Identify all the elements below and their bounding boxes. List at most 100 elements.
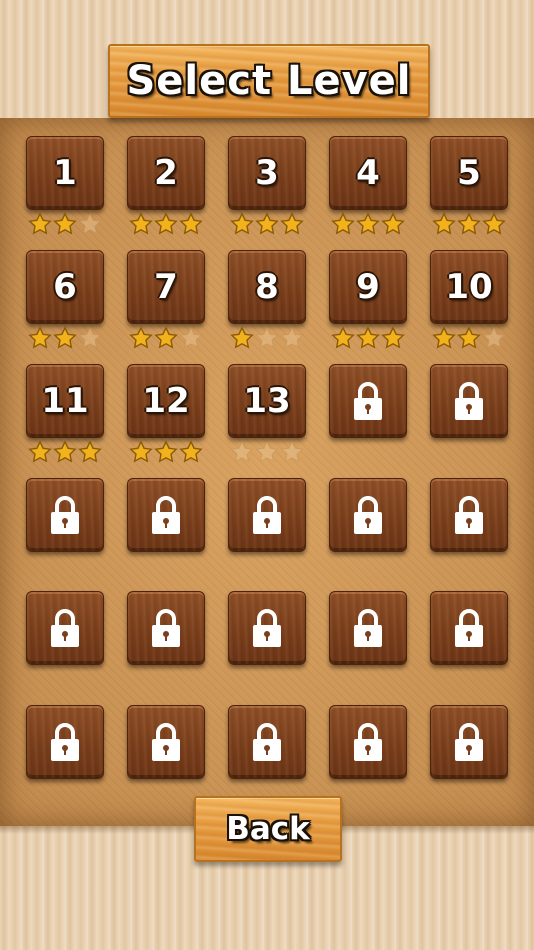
level-number: 2 — [154, 153, 178, 193]
level-stars — [331, 212, 409, 236]
level-cell: 1 — [26, 136, 104, 235]
star-icon — [230, 212, 254, 235]
title-banner: Select Level — [108, 44, 430, 118]
level-cell — [430, 591, 508, 665]
back-button-label: Back — [226, 811, 310, 847]
level-cell — [127, 705, 205, 779]
level-cell — [329, 364, 407, 438]
star-icon — [179, 440, 203, 463]
star-icon — [457, 212, 481, 235]
star-icon — [78, 440, 102, 463]
padlock-icon — [152, 609, 180, 647]
star-icon — [432, 326, 456, 349]
locked-level-button — [329, 705, 407, 779]
level-cell: 3 — [228, 136, 306, 235]
locked-level-button — [26, 478, 104, 552]
level-stars — [230, 440, 308, 464]
star-icon — [53, 440, 77, 463]
level-button[interactable]: 5 — [430, 136, 508, 210]
level-cell — [329, 478, 407, 552]
level-stars — [432, 326, 510, 350]
level-button[interactable]: 2 — [127, 136, 205, 210]
page-title: Select Level — [126, 58, 412, 104]
level-button[interactable]: 3 — [228, 136, 306, 210]
padlock-icon — [253, 609, 281, 647]
level-cell: 11 — [26, 364, 104, 463]
level-button[interactable]: 8 — [228, 250, 306, 324]
level-cell — [127, 591, 205, 665]
level-stars — [129, 326, 207, 350]
level-cell: 2 — [127, 136, 205, 235]
level-cell — [228, 591, 306, 665]
back-button[interactable]: Back — [194, 796, 342, 862]
star-icon — [356, 326, 380, 349]
level-cell — [228, 478, 306, 552]
level-cell — [430, 705, 508, 779]
level-cell: 8 — [228, 250, 306, 349]
level-stars — [432, 212, 510, 236]
level-cell: 4 — [329, 136, 407, 235]
star-icon — [129, 212, 153, 235]
star-empty-icon — [280, 326, 304, 349]
star-icon — [457, 326, 481, 349]
locked-level-button — [228, 478, 306, 552]
star-icon — [255, 212, 279, 235]
star-icon — [482, 212, 506, 235]
level-grid: 1 2 3 4 5 6 7 8 9 10 11 12 13 — [0, 118, 534, 826]
locked-level-button — [228, 705, 306, 779]
star-icon — [432, 212, 456, 235]
level-cell: 6 — [26, 250, 104, 349]
star-empty-icon — [78, 212, 102, 235]
level-button[interactable]: 13 — [228, 364, 306, 438]
locked-level-button — [329, 364, 407, 438]
star-icon — [154, 326, 178, 349]
star-empty-icon — [179, 326, 203, 349]
padlock-icon — [253, 496, 281, 534]
level-button[interactable]: 1 — [26, 136, 104, 210]
level-button[interactable]: 11 — [26, 364, 104, 438]
level-cell — [26, 591, 104, 665]
level-board: 1 2 3 4 5 6 7 8 9 10 11 12 13 — [0, 118, 534, 826]
level-cell — [430, 364, 508, 438]
level-button[interactable]: 6 — [26, 250, 104, 324]
level-number: 4 — [356, 153, 380, 193]
level-cell: 5 — [430, 136, 508, 235]
level-button[interactable]: 12 — [127, 364, 205, 438]
level-number: 6 — [53, 267, 77, 307]
level-stars — [230, 326, 308, 350]
padlock-icon — [152, 496, 180, 534]
locked-level-button — [329, 591, 407, 665]
star-icon — [331, 326, 355, 349]
level-number: 3 — [255, 153, 279, 193]
level-number: 12 — [142, 381, 190, 421]
level-button[interactable]: 10 — [430, 250, 508, 324]
star-icon — [28, 440, 52, 463]
star-empty-icon — [482, 326, 506, 349]
padlock-icon — [455, 382, 483, 420]
level-cell — [430, 478, 508, 552]
level-stars — [28, 212, 106, 236]
star-icon — [381, 212, 405, 235]
padlock-icon — [51, 609, 79, 647]
star-icon — [280, 212, 304, 235]
locked-level-button — [329, 478, 407, 552]
star-icon — [356, 212, 380, 235]
level-cell — [26, 478, 104, 552]
padlock-icon — [354, 382, 382, 420]
level-number: 13 — [243, 381, 291, 421]
locked-level-button — [430, 705, 508, 779]
level-button[interactable]: 4 — [329, 136, 407, 210]
level-button[interactable]: 7 — [127, 250, 205, 324]
padlock-icon — [354, 496, 382, 534]
level-number: 1 — [53, 153, 77, 193]
level-stars — [129, 212, 207, 236]
star-empty-icon — [230, 440, 254, 463]
locked-level-button — [127, 705, 205, 779]
level-cell — [127, 478, 205, 552]
level-stars — [28, 326, 106, 350]
star-icon — [154, 440, 178, 463]
level-button[interactable]: 9 — [329, 250, 407, 324]
level-stars — [230, 212, 308, 236]
level-stars — [331, 326, 409, 350]
locked-level-button — [430, 478, 508, 552]
